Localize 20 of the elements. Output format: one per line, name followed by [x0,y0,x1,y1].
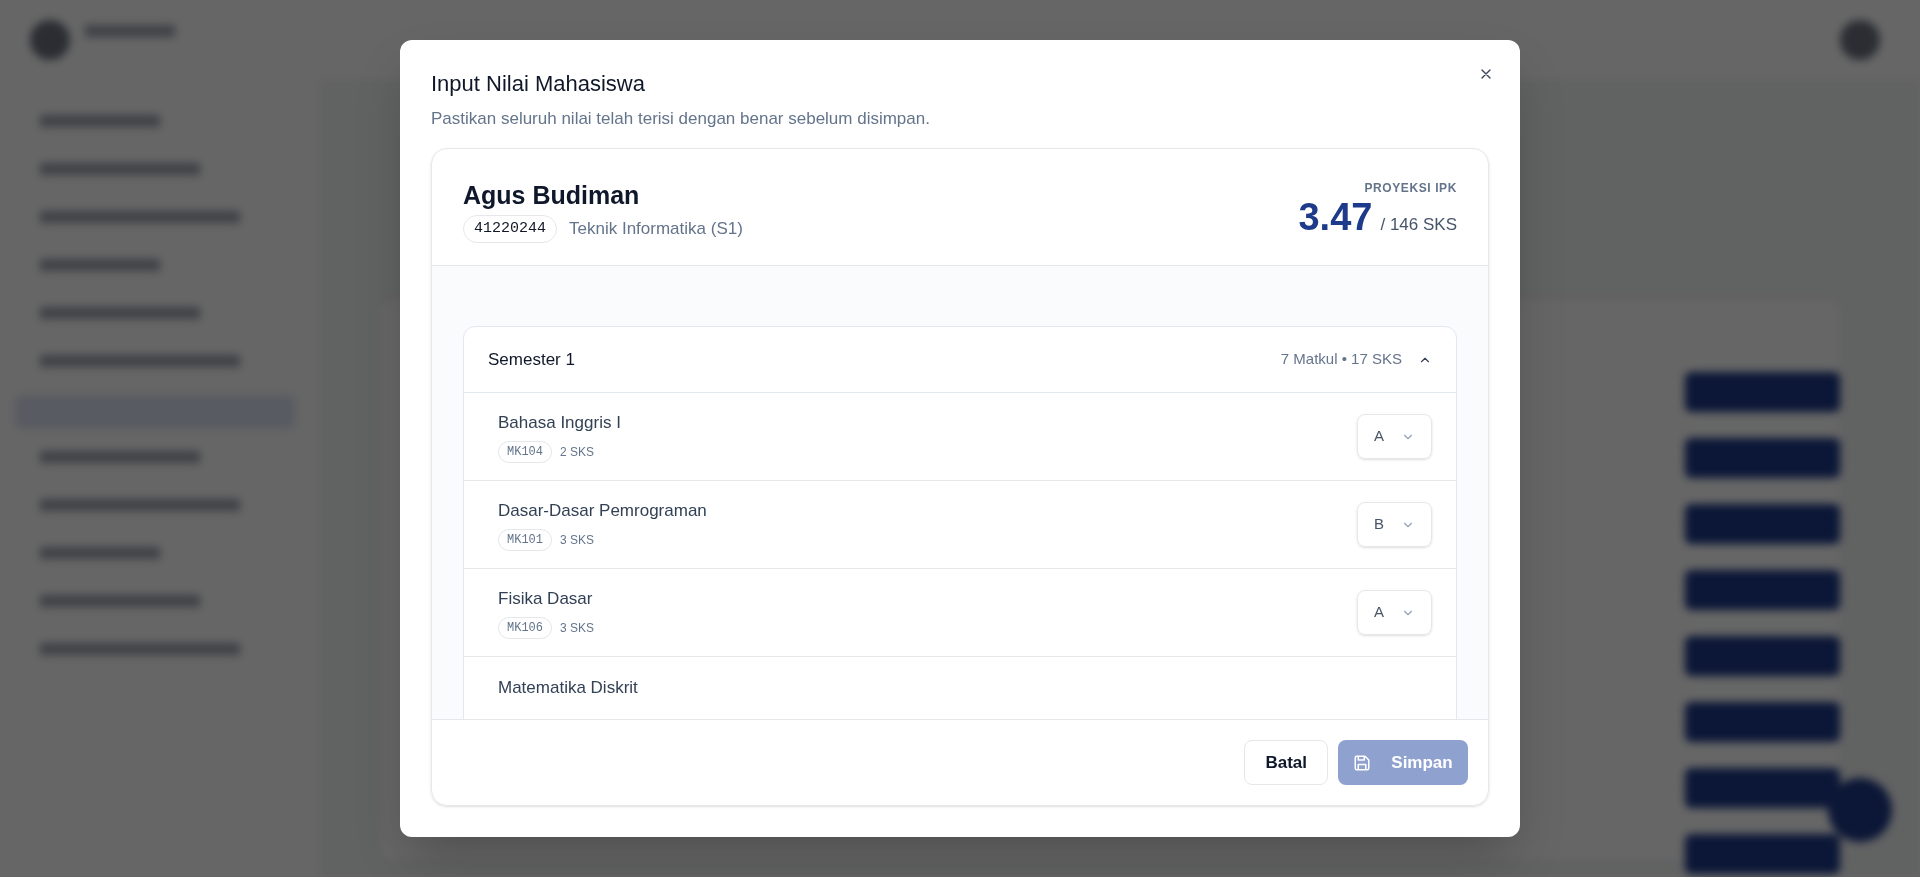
course-name: Fisika Dasar [498,587,594,610]
gpa-value: 3.47 [1298,196,1373,237]
course-credits: 2 SKS [560,444,595,462]
course-name: Dasar-Dasar Pemrograman [498,499,707,522]
grade-select[interactable]: A [1357,414,1432,459]
course-credits: 3 SKS [560,620,595,638]
grade-select[interactable]: A [1357,590,1432,635]
course-name: Bahasa Inggris I [498,411,621,434]
course-credits: 3 SKS [560,532,595,550]
study-program: Teknik Informatika (S1) [569,218,743,240]
dialog-title: Input Nilai Mahasiswa [431,70,645,98]
projection-label: PROYEKSI IPK [1364,179,1457,197]
grade-select[interactable]: B [1357,502,1432,547]
dialog-description: Pastikan seluruh nilai telah terisi dengan benar sebelum disimpan. [431,108,930,130]
total-credits: / 146 SKS [1380,213,1457,236]
semester-header[interactable]: Semester 1 7 Matkul • 17 SKS [464,327,1456,393]
semester-summary: 7 Matkul • 17 SKS [1280,349,1402,370]
student-name: Agus Budiman [463,179,641,211]
course-name: Matematika Diskrit [498,677,638,699]
cancel-button[interactable]: Batal [1244,740,1328,785]
